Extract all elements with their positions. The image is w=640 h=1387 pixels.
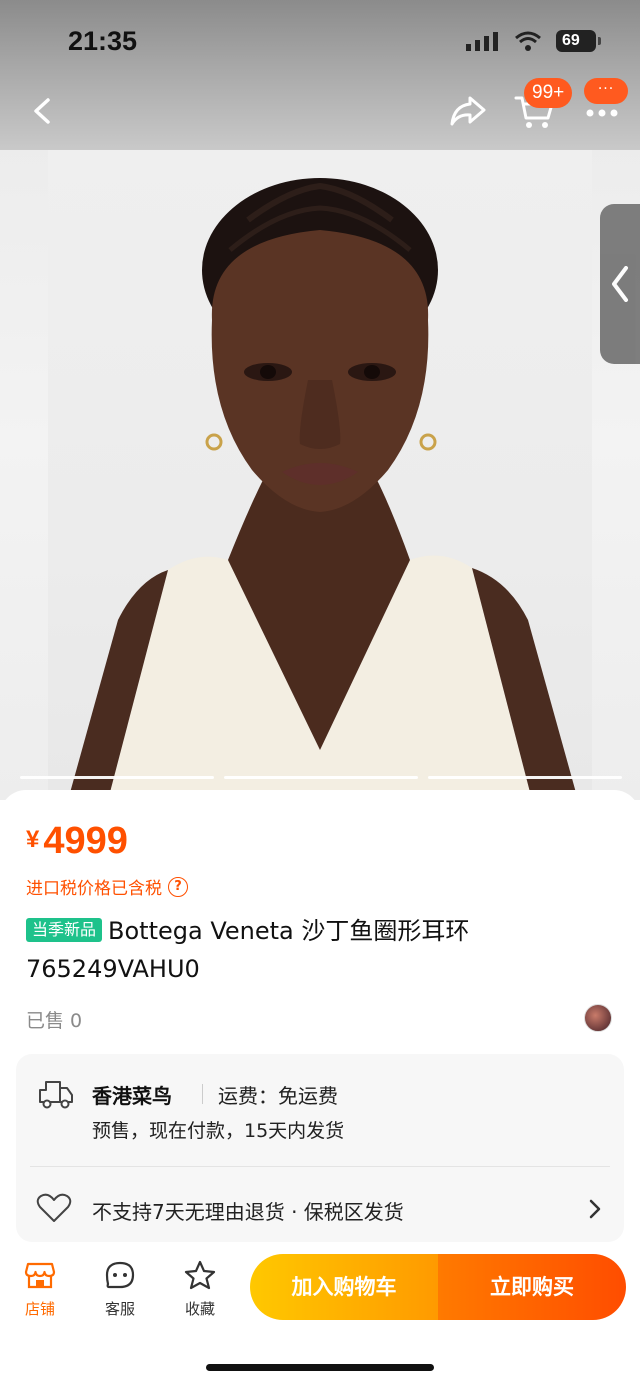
divider xyxy=(202,1084,203,1104)
side-drawer-icon xyxy=(612,266,628,302)
cart-count-badge: 99+ xyxy=(524,78,573,108)
return-policy[interactable]: 不支持7天无理由退货 · 保税区发货 xyxy=(92,1196,404,1225)
product-gallery[interactable]: 21:35 69 99+ ··· xyxy=(0,0,640,800)
truck-icon xyxy=(39,1081,73,1109)
add-to-cart-button[interactable]: 加入购物车 xyxy=(250,1254,438,1320)
purchase-buttons: 加入购物车 立即购买 xyxy=(250,1254,626,1320)
tab-service-label: 客服 xyxy=(104,1300,135,1318)
price-value: 4999 xyxy=(43,820,128,862)
service-icon xyxy=(105,1261,135,1289)
product-photo xyxy=(68,178,578,800)
heart-icon xyxy=(36,1193,72,1222)
tab-store-label: 店铺 xyxy=(24,1300,55,1318)
back-icon[interactable] xyxy=(26,94,60,128)
status-time: 21:35 xyxy=(68,26,138,56)
tax-note-text: 进口税价格已含税 xyxy=(26,879,162,899)
gallery-pager xyxy=(20,776,622,779)
battery-indicator: 69 xyxy=(556,30,601,52)
star-icon xyxy=(184,1260,216,1290)
help-icon[interactable]: ? xyxy=(168,876,188,897)
wifi-icon xyxy=(515,31,541,51)
pager-segment[interactable] xyxy=(224,776,418,779)
tab-service[interactable]: 客服 xyxy=(90,1260,150,1319)
avatar[interactable] xyxy=(584,1004,612,1032)
tab-store[interactable]: 店铺 xyxy=(10,1260,70,1319)
pager-segment[interactable] xyxy=(20,776,214,779)
signal-icon xyxy=(466,32,498,51)
home-indicator[interactable] xyxy=(206,1364,434,1371)
more-icon xyxy=(586,109,618,117)
sold-count: 已售 0 xyxy=(26,1010,83,1032)
tab-favorite-label: 收藏 xyxy=(184,1300,215,1318)
shipping-fee: 运费：免运费 xyxy=(218,1084,338,1108)
chevron-right-icon[interactable] xyxy=(586,1198,604,1220)
tab-favorite[interactable]: 收藏 xyxy=(170,1260,230,1319)
divider xyxy=(30,1166,610,1167)
share-icon[interactable] xyxy=(448,92,488,130)
shipping-provider: 香港菜鸟 xyxy=(92,1084,172,1108)
new-season-tag: 当季新品 xyxy=(26,918,103,942)
tax-note[interactable]: 进口税价格已含税 ? xyxy=(26,874,188,899)
more-menu[interactable]: ··· xyxy=(584,78,628,122)
product-title: 当季新品 Bottega Veneta 沙丁鱼圈形耳环 765249VAHU0 xyxy=(26,912,606,988)
side-drawer-handle[interactable] xyxy=(600,204,640,364)
status-icons: 69 xyxy=(466,30,601,52)
currency-symbol: ¥ xyxy=(26,826,40,853)
store-icon xyxy=(24,1262,56,1289)
buy-now-button[interactable]: 立即购买 xyxy=(438,1254,626,1320)
shipping-note: 预售，现在付款，15天内发货 xyxy=(92,1120,345,1142)
price: ¥4999 xyxy=(26,820,128,863)
pager-segment[interactable] xyxy=(428,776,622,779)
